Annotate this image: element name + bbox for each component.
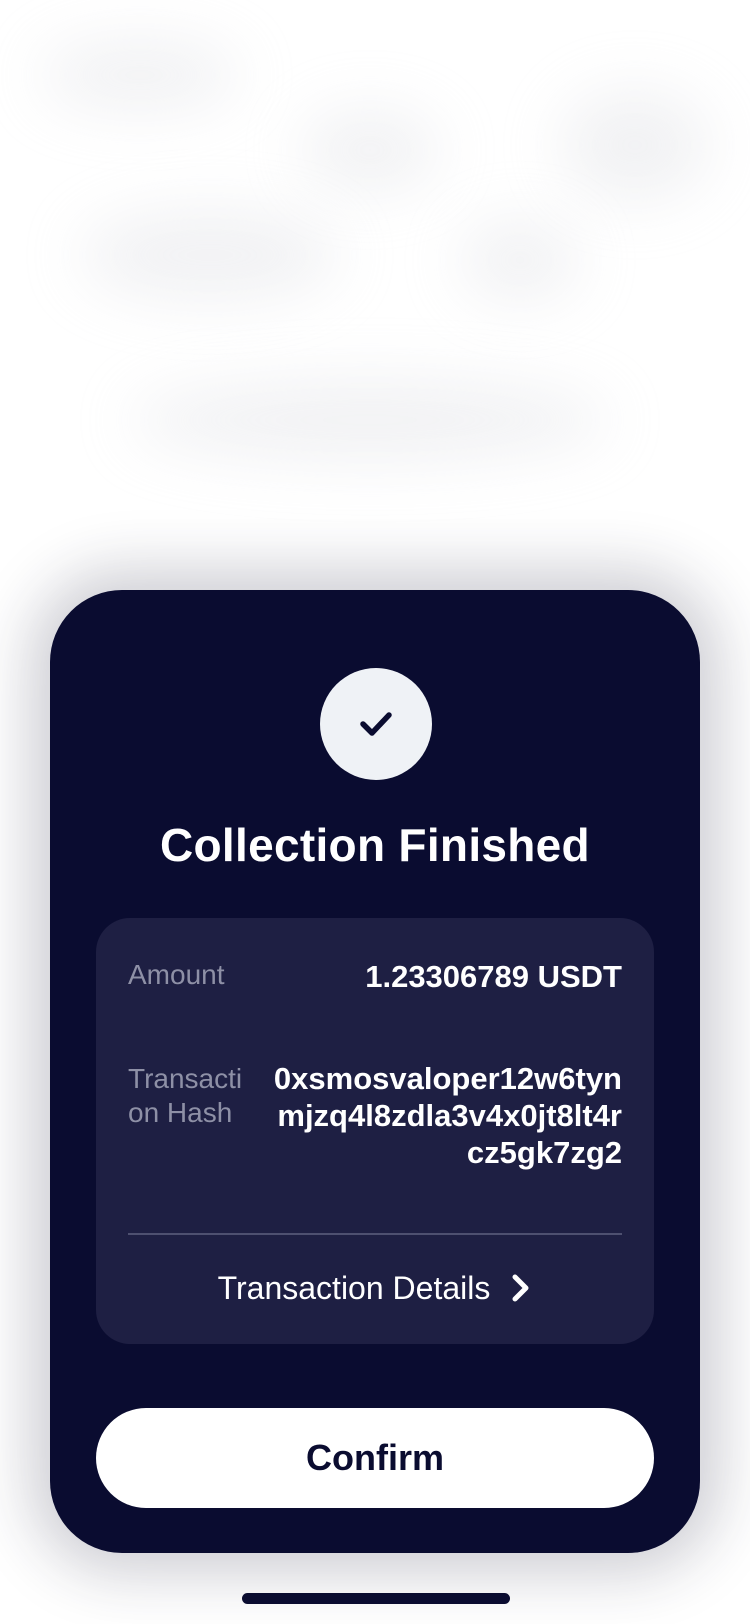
checkmark-icon	[360, 712, 392, 736]
transaction-details-link[interactable]: Transaction Details	[96, 1258, 654, 1318]
amount-value: 1.23306789 USDT	[365, 959, 622, 994]
transaction-summary-card: Amount 1.23306789 USDT Transaction Hash …	[96, 918, 654, 1344]
collection-finished-dialog: Collection Finished Amount 1.23306789 US…	[50, 590, 700, 1553]
chevron-right-icon	[512, 1274, 529, 1302]
home-indicator	[242, 1593, 510, 1604]
dialog-title: Collection Finished	[160, 819, 590, 871]
transaction-hash-label: Transaction Hash	[128, 1063, 243, 1128]
confirm-button[interactable]: Confirm	[96, 1408, 654, 1508]
divider	[128, 1233, 622, 1235]
screen: Collection Finished Amount 1.23306789 US…	[0, 0, 750, 1624]
transaction-hash-value: 0xsmosvaloper12w6tynmjzq4l8zdla3v4x0jt8l…	[273, 1061, 622, 1170]
amount-label: Amount	[128, 959, 225, 990]
transaction-details-label: Transaction Details	[217, 1269, 491, 1306]
success-badge	[320, 668, 432, 780]
